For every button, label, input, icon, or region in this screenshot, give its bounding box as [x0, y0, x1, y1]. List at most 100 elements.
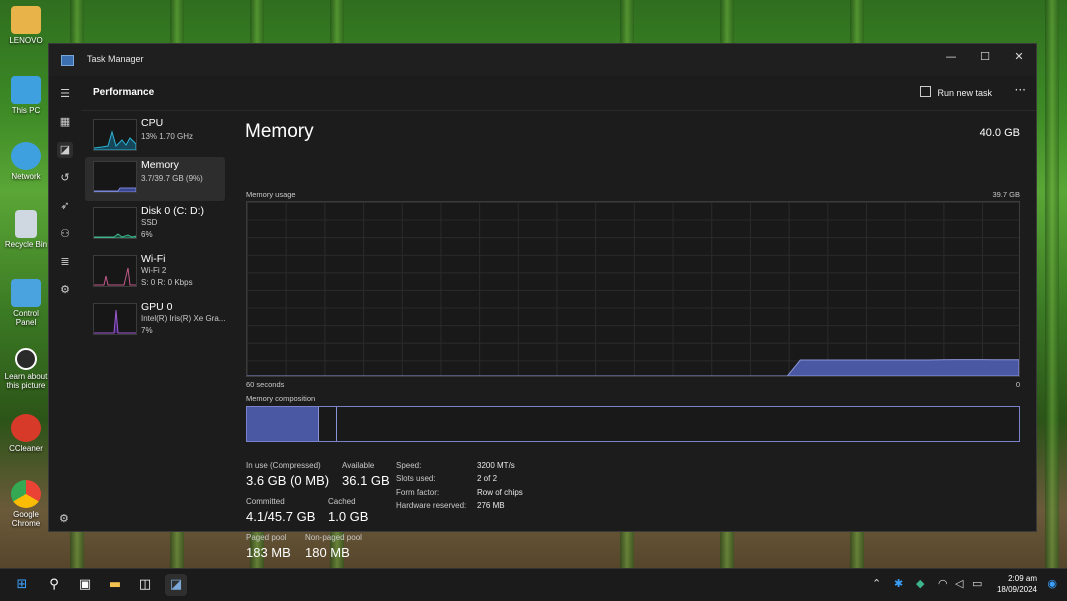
detail-label: Slots used: — [396, 474, 436, 483]
app-history-icon[interactable]: ↺ — [57, 170, 73, 186]
clock-time: 2:09 am — [1008, 574, 1037, 583]
store-icon[interactable]: ◫ — [134, 574, 156, 596]
sidebar-item-wifi[interactable]: Wi-Fi Wi-Fi 2 S: 0 R: 0 Kbps — [85, 251, 225, 295]
volume-icon[interactable]: ◁ — [955, 577, 963, 590]
page-header: Performance Run new task ··· — [81, 76, 1036, 111]
wifi-icon[interactable]: ◠ — [938, 577, 948, 590]
memory-usage-graph — [246, 201, 1020, 377]
committed-label: Committed — [246, 497, 285, 506]
sidebar-item-gpu[interactable]: GPU 0 Intel(R) Iris(R) Xe Gra... 7% — [85, 299, 225, 343]
sidebar-item-disk[interactable]: Disk 0 (C: D:) SSD 6% — [85, 203, 225, 247]
resource-sidebar: CPU 13% 1.70 GHz Memory 3.7/39.7 GB (9%)… — [81, 111, 226, 531]
close-button[interactable]: ✕ — [1004, 48, 1034, 66]
run-task-icon — [920, 86, 932, 97]
monitor-icon — [11, 76, 41, 104]
sidebar-item-name: Disk 0 (C: D:) — [141, 205, 204, 217]
memory-title: Memory — [245, 121, 314, 142]
desktop-icon-label: Network — [11, 172, 41, 181]
ccleaner-icon — [11, 414, 41, 442]
sidebar-item-detail: 3.7/39.7 GB (9%) — [141, 174, 203, 183]
run-new-task-button[interactable]: Run new task — [920, 86, 992, 98]
details-icon[interactable]: ≣ — [57, 254, 73, 270]
gpu-thumbnail — [93, 303, 137, 335]
cached-label: Cached — [328, 497, 356, 506]
sidebar-item-memory[interactable]: Memory 3.7/39.7 GB (9%) — [85, 157, 225, 201]
sidebar-item-detail: SSD — [141, 218, 158, 227]
detail-label: Hardware reserved: — [396, 501, 467, 510]
users-icon[interactable]: ⚇ — [57, 226, 73, 242]
detail-value: 3200 MT/s — [477, 461, 515, 470]
task-view-icon[interactable]: ▣ — [74, 574, 96, 596]
network-icon — [11, 142, 41, 170]
file-explorer-icon[interactable]: ▬ — [104, 574, 126, 596]
system-clock[interactable]: 2:09 am 18/09/2024 — [997, 573, 1037, 595]
sidebar-item-detail: 13% 1.70 GHz — [141, 132, 194, 141]
graph-axis-left: 60 seconds — [246, 380, 285, 389]
cached-value: 1.0 GB — [328, 509, 369, 524]
hamburger-menu-icon[interactable]: ☰ — [57, 86, 73, 102]
taskbar: ⊞ ⚲ ▣ ▬ ◫ ◪ ⌃ ✱ ◆ ◠ ◁ ▭ 2:09 am 18/09/20… — [0, 568, 1067, 601]
start-icon[interactable]: ⊞ — [11, 574, 33, 596]
detail-value: 276 MB — [477, 501, 505, 510]
settings-icon[interactable]: ⚙ — [59, 512, 73, 526]
bluetooth-icon[interactable]: ✱ — [894, 577, 903, 590]
composition-modified — [336, 407, 337, 441]
processes-icon[interactable]: ▦ — [57, 114, 73, 130]
desktop-icon-recycle-bin[interactable]: Recycle Bin — [2, 210, 50, 249]
available-label: Available — [342, 461, 375, 470]
battery-icon[interactable]: ▭ — [972, 577, 982, 590]
notification-bell-icon[interactable]: ◉ — [1047, 577, 1057, 590]
desktop-icon-this-pc[interactable]: This PC — [2, 76, 50, 115]
services-icon[interactable]: ⚙ — [57, 282, 73, 298]
sidebar-item-detail: Wi-Fi 2 — [141, 266, 167, 275]
page-title: Performance — [93, 87, 155, 98]
chrome-icon — [11, 480, 41, 508]
wallpaper-bamboo — [1045, 0, 1059, 570]
desktop-icon-label: Learn about this picture — [4, 372, 48, 390]
disk-thumbnail — [93, 207, 137, 239]
in-use-value: 3.6 GB (0 MB) — [246, 473, 330, 488]
more-options-icon[interactable]: ··· — [1015, 83, 1026, 97]
startup-apps-icon[interactable]: ➶ — [57, 198, 73, 214]
memory-thumbnail — [93, 161, 137, 193]
task-manager-taskbar-icon[interactable]: ◪ — [165, 574, 187, 596]
desktop-icon-chrome[interactable]: Google Chrome — [2, 480, 50, 528]
performance-icon[interactable]: ◪ — [57, 142, 73, 158]
desktop-icon-label: Google Chrome — [11, 510, 41, 528]
search-icon[interactable]: ⚲ — [43, 574, 65, 596]
nonpaged-pool-label: Non-paged pool — [305, 533, 362, 542]
wifi-thumbnail — [93, 255, 137, 287]
maximize-button[interactable]: ☐ — [970, 48, 1000, 66]
graph-axis-right: 0 — [1015, 380, 1020, 389]
detail-value: 2 of 2 — [477, 474, 498, 483]
window-title: Task Manager — [87, 54, 144, 64]
clock-date: 18/09/2024 — [996, 585, 1037, 594]
desktop-icon-control-panel[interactable]: Control Panel — [2, 279, 50, 327]
detail-label: Form factor: — [396, 488, 440, 497]
desktop-icon-network[interactable]: Network — [2, 142, 50, 181]
minimize-button[interactable]: — — [936, 48, 966, 66]
desktop-icon-ccleaner[interactable]: CCleaner — [2, 414, 50, 453]
desktop-icon-learn-picture[interactable]: Learn about this picture — [2, 348, 50, 390]
sidebar-item-detail: 7% — [141, 326, 153, 335]
nav-rail: ☰ ▦ ◪ ↺ ➶ ⚇ ≣ ⚙ — [49, 76, 81, 531]
desktop-icon-lenovo[interactable]: LENOVO — [2, 6, 50, 45]
sidebar-item-name: Memory — [141, 159, 179, 171]
cpu-thumbnail — [93, 119, 137, 151]
memory-usage-max: 39.7 GB — [992, 190, 1020, 199]
detail-value: Row of chips — [477, 488, 523, 497]
composition-in-use — [247, 407, 319, 441]
available-value: 36.1 GB — [342, 473, 390, 488]
nonpaged-pool-value: 180 MB — [305, 545, 350, 560]
show-hidden-icons-icon[interactable]: ⌃ — [872, 577, 881, 590]
sidebar-item-detail: S: 0 R: 0 Kbps — [141, 278, 193, 287]
in-use-label: In use (Compressed) — [246, 461, 321, 470]
task-manager-icon — [61, 55, 74, 66]
memory-usage-area — [247, 359, 1019, 376]
sidebar-item-cpu[interactable]: CPU 13% 1.70 GHz — [85, 115, 225, 159]
paged-pool-value: 183 MB — [246, 545, 291, 560]
paged-pool-label: Paged pool — [246, 533, 287, 542]
security-icon[interactable]: ◆ — [916, 577, 924, 590]
sidebar-item-detail: Intel(R) Iris(R) Xe Gra... — [141, 314, 226, 323]
title-bar[interactable]: Task Manager — ☐ ✕ — [49, 44, 1036, 76]
